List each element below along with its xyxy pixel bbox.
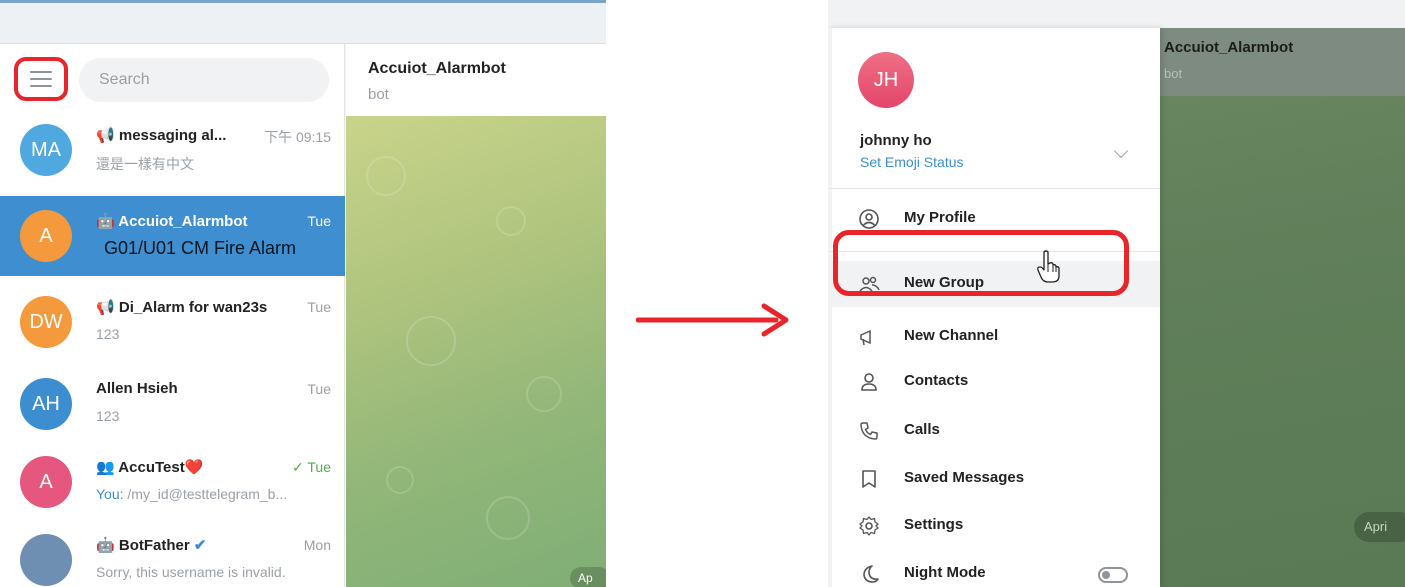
chat-item-accutest[interactable]: A 👥 AccuTest❤️ ✓ Tue You: /my_id@testtel… <box>0 442 345 522</box>
menu-label: My Profile <box>904 209 976 226</box>
chat-header-name: Accuiot_Alarmbot <box>1164 39 1294 56</box>
person-icon <box>861 373 877 391</box>
set-emoji-status-link[interactable]: Set Emoji Status <box>860 154 964 170</box>
menu-item-settings[interactable]: Settings <box>828 503 1160 549</box>
hamburger-menu-button[interactable] <box>14 57 68 101</box>
date-pill: Ap <box>570 567 606 587</box>
chat-time: Tue <box>307 299 331 315</box>
left-screenshot: Search MA 📢 messaging al... 下午 09:15 還是一… <box>0 0 606 587</box>
chat-preview: Sorry, this username is invalid. <box>96 564 286 580</box>
chat-title: 👥 AccuTest❤️ <box>96 459 204 476</box>
chat-header-name: Accuiot_Alarmbot <box>368 60 506 77</box>
chat-preview: You: /my_id@testtelegram_b... <box>96 486 288 502</box>
avatar: AH <box>20 378 72 430</box>
chat-title: Allen Hsieh <box>96 380 178 397</box>
chat-item-accuiot-alarmbot[interactable]: A 🤖 Accuiot_Alarmbot Tue G01/U01 CM Fire… <box>0 196 345 276</box>
avatar: DW <box>20 296 72 348</box>
chat-preview: 還是一樣有中文 <box>96 156 194 172</box>
chat-background: Accuiot_Alarmbot bot Apri <box>1160 28 1405 587</box>
user-name: johnny ho <box>860 132 932 149</box>
chat-list-sidebar: Search MA 📢 messaging al... 下午 09:15 還是一… <box>0 44 345 587</box>
phone-icon <box>860 422 878 440</box>
avatar <box>20 534 72 586</box>
chat-header-status: bot <box>1164 66 1183 81</box>
avatar[interactable]: JH <box>858 52 914 108</box>
group-icon: 👥 <box>96 459 119 476</box>
chat-item-messaging[interactable]: MA 📢 messaging al... 下午 09:15 還是一樣有中文 <box>0 110 345 190</box>
chat-title: 🤖 BotFather ✔ <box>96 537 207 554</box>
megaphone-icon: 📢 <box>96 299 119 316</box>
chat-time: ✓ Tue <box>292 459 331 475</box>
chat-time: Tue <box>307 381 331 397</box>
chat-item-botfather[interactable]: 🤖 BotFather ✔ Mon Sorry, this username i… <box>0 520 345 587</box>
chat-background: Ap <box>346 116 606 587</box>
chat-time: Mon <box>303 537 331 553</box>
window-titlebar <box>828 0 1405 28</box>
date-pill: Apri <box>1354 512 1405 542</box>
menu-label: Calls <box>904 421 940 438</box>
chat-preview: 123 <box>96 326 120 342</box>
avatar: A <box>20 210 72 262</box>
menu-label: Settings <box>904 516 964 533</box>
right-screenshot: Accuiot_Alarmbot bot Apri JH johnny ho S… <box>828 0 1405 587</box>
bot-icon: 🤖 <box>96 213 119 230</box>
menu-label: New Channel <box>904 327 999 344</box>
chat-title: 📢 Di_Alarm for wan23s <box>96 299 268 316</box>
menu-item-night-mode[interactable]: Night Mode <box>828 551 1160 587</box>
window-titlebar <box>0 0 606 44</box>
megaphone-icon <box>860 329 871 346</box>
chat-title: 🤖 Accuiot_Alarmbot <box>96 213 248 230</box>
menu-label: Saved Messages <box>904 469 1025 486</box>
hamburger-icon <box>30 71 52 87</box>
avatar: MA <box>20 124 72 176</box>
arrow-right-icon <box>636 303 789 337</box>
chat-preview: 123 <box>96 408 120 424</box>
menu-item-contacts[interactable]: Contacts <box>828 359 1160 405</box>
bot-icon: 🤖 <box>96 537 119 554</box>
avatar: A <box>20 456 72 508</box>
chat-time: 下午 09:15 <box>264 129 331 145</box>
gear-icon <box>859 516 879 536</box>
chat-header[interactable]: Accuiot_Alarmbot bot <box>346 44 606 116</box>
divider <box>828 188 1160 189</box>
menu-label: Contacts <box>904 372 969 389</box>
chat-title: 📢 messaging al... <box>96 127 227 144</box>
chat-preview: G01/U01 CM Fire Alarm <box>104 238 297 258</box>
user-circle-icon <box>859 209 879 229</box>
night-mode-toggle[interactable] <box>1098 567 1128 583</box>
chat-header-status: bot <box>368 86 389 103</box>
chat-time: Tue <box>307 213 331 229</box>
megaphone-icon: 📢 <box>96 127 119 144</box>
chat-item-allen-hsieh[interactable]: AH Allen Hsieh Tue 123 <box>0 364 345 444</box>
side-menu-drawer: JH johnny ho Set Emoji Status My Profile… <box>828 28 1160 587</box>
moon-icon <box>863 565 879 583</box>
chat-header[interactable]: Accuiot_Alarmbot bot <box>1160 28 1405 96</box>
highlight-box <box>833 230 1129 296</box>
chat-item-di-alarm[interactable]: DW 📢 Di_Alarm for wan23s Tue 123 <box>0 282 345 362</box>
hand-cursor-icon <box>1037 250 1060 283</box>
search-input[interactable]: Search <box>79 58 329 102</box>
bookmark-icon <box>862 470 876 488</box>
menu-item-calls[interactable]: Calls <box>828 408 1160 454</box>
menu-item-new-channel[interactable]: New Channel <box>828 314 1160 360</box>
chevron-down-icon[interactable] <box>1113 143 1129 159</box>
tutorial-composite: Search MA 📢 messaging al... 下午 09:15 還是一… <box>0 0 1405 587</box>
verified-icon: ✔ <box>193 537 207 554</box>
menu-item-saved-messages[interactable]: Saved Messages <box>828 456 1160 502</box>
menu-label: Night Mode <box>904 564 986 581</box>
